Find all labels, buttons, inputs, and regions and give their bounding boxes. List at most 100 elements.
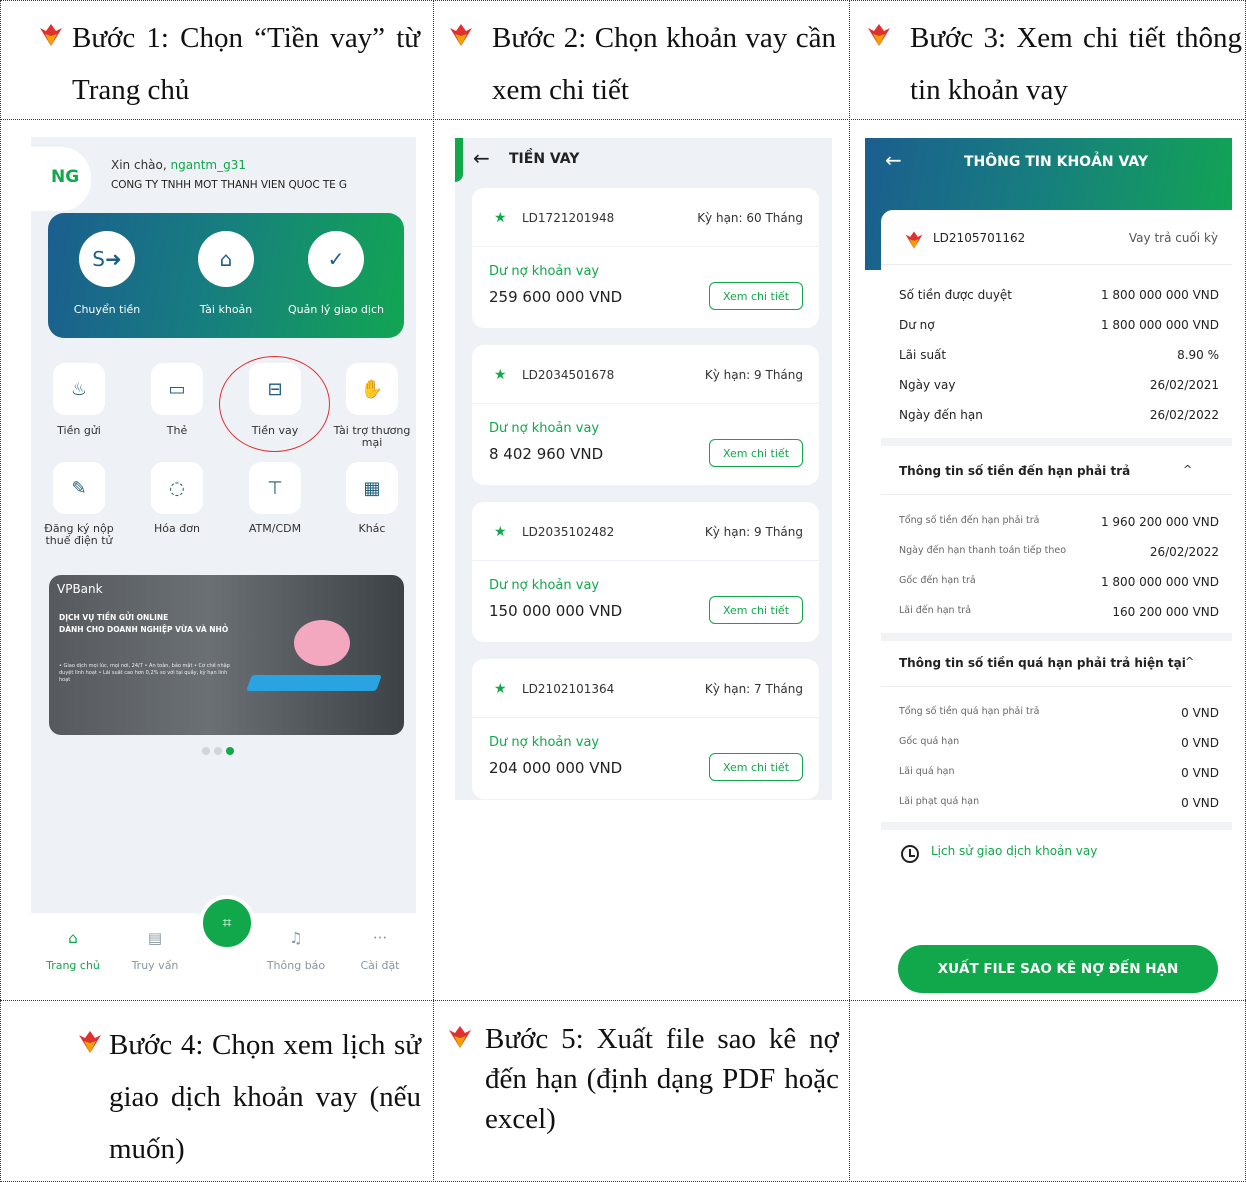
clock-icon[interactable] [901,845,919,863]
chevron-up-icon[interactable]: ^ [1183,463,1192,476]
export-statement-button[interactable]: XUẤT FILE SAO KÊ NỢ ĐẾN HẠN [898,945,1218,993]
view-detail-button[interactable]: Xem chi tiết [709,439,803,467]
loan-card[interactable]: ★ LD1721201948 Kỳ hạn: 60 Tháng Dư nợ kh… [472,188,819,328]
more-icon[interactable]: ··· [350,929,410,947]
service-deposit[interactable]: Tiền gửi [34,425,124,437]
banner-title-line1: DỊCH VỤ TIỀN GỬI ONLINE [59,613,169,622]
loan-id: LD2034501678 [522,368,615,382]
overdue-row: Lãi quá hạn 0 VND [899,766,1219,780]
quick-action-account[interactable]: Tài khoản [200,303,253,316]
back-arrow-icon[interactable]: ← [885,148,902,172]
loan-term: Kỳ hạn: 60 Tháng [697,211,803,225]
overdue-section-title[interactable]: Thông tin số tiền quá hạn phải trả hiện … [899,656,1186,670]
nav-notifications[interactable]: Thông báo [256,959,336,972]
vpbank-flag-icon [40,24,62,46]
overdue-row: Gốc quá hạn 0 VND [899,736,1219,750]
due-row: Lãi đến hạn trả 160 200 000 VND [899,605,1219,619]
scan-qr-icon[interactable]: ⌗ [199,895,255,951]
quick-action-transfer[interactable]: Chuyển tiền [74,303,140,316]
carousel-dots[interactable] [202,742,238,760]
tablet-illustration [246,675,382,691]
loan-card[interactable]: ★ LD2035102482 Kỳ hạn: 9 Tháng Dư nợ kho… [472,502,819,642]
quick-actions-card: S➜ Chuyển tiền ⌂ Tài khoản ✓ Quản lý gia… [48,213,404,338]
back-arrow-icon[interactable]: ← [473,146,490,170]
due-section-title[interactable]: Thông tin số tiền đến hạn phải trả [899,464,1130,478]
loan-term: Kỳ hạn: 7 Tháng [704,682,803,696]
debt-amount: 150 000 000 VND [489,602,623,620]
history-link[interactable]: Lịch sử giao dịch khoản vay [931,844,1097,858]
accent-tab [455,138,463,182]
step-3-caption: Bước 3: Xem chi tiết thông tin khoản vay [864,12,1242,116]
debt-amount: 8 402 960 VND [489,445,604,463]
loan-card[interactable]: ★ LD2102101364 Kỳ hạn: 7 Tháng Dư nợ kho… [472,659,819,799]
promo-banner[interactable]: VPBank DỊCH VỤ TIỀN GỬI ONLINE DÀNH CHO … [49,575,404,735]
search-list-icon[interactable]: ▤ [125,929,185,947]
service-card[interactable]: Thẻ [132,425,222,437]
star-icon: ★ [494,524,507,540]
bell-icon[interactable]: ♫ [266,929,326,947]
transfer-icon[interactable]: S➜ [79,231,135,287]
view-detail-button[interactable]: Xem chi tiết [709,282,803,310]
table-row-divider [0,119,1246,120]
debt-label: Dư nợ khoản vay [489,578,600,593]
nav-settings[interactable]: Cài đặt [340,959,416,972]
piggy-bank-illustration [294,620,350,666]
detail-row: Số tiền được duyệt 1 800 000 000 VND [899,288,1219,302]
service-trade-finance[interactable]: Tài trợ thương mại [327,425,416,449]
vpbank-flag-icon [450,24,472,46]
loan-id: LD2102101364 [522,682,615,696]
due-row: Ngày đến hạn thanh toán tiếp theo 26/02/2… [899,545,1219,559]
table-col-divider [849,0,850,1182]
star-icon: ★ [494,681,507,697]
grid-icon[interactable]: ▦ [346,462,398,514]
home-icon[interactable]: ⌂ [43,929,103,947]
detail-row: Ngày đến hạn 26/02/2022 [899,408,1219,422]
due-row: Tổng số tiền đến hạn phải trả 1 960 200 0… [899,515,1219,529]
page-title: TIỀN VAY [509,151,580,167]
greeting: Xin chào, ngantm_g31 [111,158,246,172]
company-name: CONG TY TNHH MOT THANH VIEN QUOC TE G [111,179,347,191]
loan-term: Kỳ hạn: 9 Tháng [704,525,803,539]
step-2-caption: Bước 2: Chọn khoản vay cần xem chi tiết [446,12,836,116]
bank-icon[interactable]: ⌂ [198,231,254,287]
vpbank-flag-icon [79,1031,101,1053]
loan-card[interactable]: ★ LD2034501678 Kỳ hạn: 9 Tháng Dư nợ kho… [472,345,819,485]
debt-label: Dư nợ khoản vay [489,421,600,436]
overdue-row: Lãi phạt quá hạn 0 VND [899,796,1219,810]
chevron-up-icon[interactable]: ^ [1185,655,1194,668]
table-border-top [0,0,1246,1]
atm-icon[interactable]: ⊤ [249,462,301,514]
service-atm[interactable]: ATM/CDM [230,523,320,535]
vpbank-flag-icon [449,1026,471,1048]
star-icon: ★ [494,367,507,383]
card-icon[interactable]: ▭ [151,363,203,415]
bulb-icon[interactable]: ◌ [151,462,203,514]
step-1-caption: Bước 1: Chọn “Tiền vay” từ Trang chủ [36,12,420,116]
service-tax[interactable]: Đăng ký nộp thuế điện tử [34,523,124,547]
quick-action-transactions[interactable]: Quản lý giao dịch [288,303,384,316]
detail-row: Ngày vay 26/02/2021 [899,378,1219,392]
page-title: THÔNG TIN KHOẢN VAY [964,154,1149,170]
loan-term: Kỳ hạn: 9 Tháng [704,368,803,382]
service-other[interactable]: Khác [327,523,416,535]
nav-query[interactable]: Truy vấn [115,959,195,972]
view-detail-button[interactable]: Xem chi tiết [709,753,803,781]
handshake-icon[interactable]: ✋ [346,363,398,415]
piggy-bank-icon[interactable]: ♨ [53,363,105,415]
nav-home[interactable]: Trang chủ [33,959,113,972]
service-bill[interactable]: Hóa đơn [132,523,222,535]
debt-label: Dư nợ khoản vay [489,735,600,750]
clipboard-check-icon[interactable]: ✓ [308,231,364,287]
view-detail-button[interactable]: Xem chi tiết [709,596,803,624]
overdue-row: Tổng số tiền quá hạn phải trả 0 VND [899,706,1219,720]
star-icon: ★ [494,210,507,226]
loan-list-screen: ← TIỀN VAY ★ LD1721201948 Kỳ hạn: 60 Thá… [455,138,832,800]
avatar[interactable]: NG [31,147,91,211]
tax-form-icon[interactable]: ✎ [53,462,105,514]
table-col-divider [433,0,434,1182]
due-row: Gốc đến hạn trả 1 800 000 000 VND [899,575,1219,589]
debt-amount: 259 600 000 VND [489,288,623,306]
vpbank-flag-icon [868,24,890,46]
highlight-circle [219,356,330,452]
banner-title-line2: DÀNH CHO DOANH NGHIỆP VỪA VÀ NHỎ [59,625,229,634]
